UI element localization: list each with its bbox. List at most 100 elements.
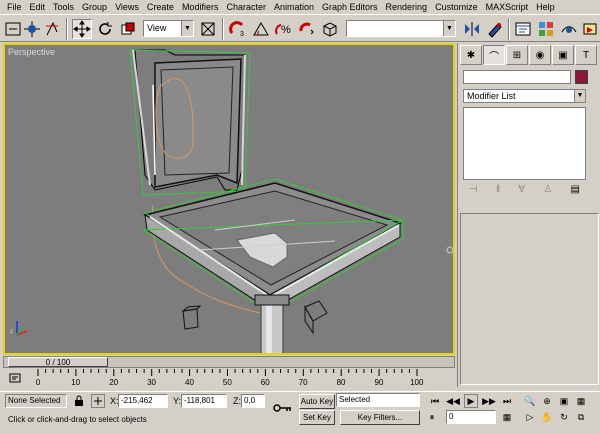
menu-modifiers[interactable]: Modifiers	[178, 0, 223, 14]
select-scale-icon[interactable]	[118, 19, 138, 39]
perspective-viewport[interactable]: z Perspective	[3, 43, 455, 355]
select-by-name-icon[interactable]	[42, 19, 62, 39]
key-filters-button[interactable]: Key Filters...	[340, 410, 420, 425]
parameters-rollout	[460, 213, 599, 385]
command-panel: ✱ ⌒ ⊞ ◉ ▣ T Modifier List ▼ ⊣ ‖ ∀ ♙ ▤	[457, 43, 600, 387]
absolute-mode-icon[interactable]	[91, 394, 105, 408]
key-icon	[272, 401, 294, 415]
open-mini-curve-editor-icon[interactable]	[8, 371, 22, 385]
select-rotate-icon[interactable]	[95, 19, 115, 39]
schematic-view-icon[interactable]	[513, 19, 533, 39]
pan-icon[interactable]: ✋	[540, 410, 554, 424]
select-link-icon[interactable]	[3, 19, 23, 39]
go-to-end-icon[interactable]: ⏭	[500, 394, 514, 408]
menu-maxscript[interactable]: MAXScript	[482, 0, 533, 14]
current-frame-field[interactable]: 0	[446, 410, 496, 424]
quick-render-icon[interactable]	[580, 19, 600, 39]
snap-toggle-icon[interactable]: 3	[228, 19, 248, 39]
timeline-tick-label: 30	[147, 378, 156, 387]
create-icon: ✱	[466, 49, 476, 61]
set-key-button[interactable]: Set Key	[299, 410, 335, 425]
menu-bar: File Edit Tools Group Views Create Modif…	[0, 0, 600, 14]
next-frame-icon[interactable]: ▶▶	[482, 394, 496, 408]
menu-file[interactable]: File	[3, 0, 26, 14]
make-unique-icon[interactable]: ∀	[518, 184, 525, 200]
configure-sets-icon[interactable]: ▤	[571, 184, 580, 200]
select-object-icon[interactable]	[22, 19, 42, 39]
menu-customize[interactable]: Customize	[431, 0, 482, 14]
command-panel-tabs: ✱ ⌒ ⊞ ◉ ▣ T	[460, 45, 599, 65]
key-mode-dropdown[interactable]: Selected	[336, 393, 420, 407]
utilities-tab[interactable]: T	[575, 45, 597, 65]
object-color-swatch[interactable]	[575, 70, 588, 84]
time-slider[interactable]: 0 / 100	[3, 356, 455, 368]
object-name-field[interactable]	[463, 70, 571, 84]
mirror-icon[interactable]	[462, 19, 482, 39]
timeline-tick-label: 90	[375, 378, 384, 387]
material-editor-icon[interactable]	[536, 19, 556, 39]
lock-selection-icon[interactable]	[72, 394, 86, 408]
svg-text:%: %	[281, 24, 291, 36]
menu-views[interactable]: Views	[111, 0, 143, 14]
go-to-start-icon[interactable]: ⏮	[428, 394, 442, 408]
remove-modifier-icon[interactable]: ♙	[543, 184, 552, 200]
named-selection-icon[interactable]	[320, 19, 340, 39]
timeline-tick-label: 70	[299, 378, 308, 387]
modify-tab[interactable]: ⌒	[483, 45, 505, 65]
zoom-all-icon[interactable]: ⊕	[540, 394, 554, 408]
z-coordinate-field[interactable]: 0,0	[241, 394, 265, 408]
modifier-list-dropdown[interactable]: Modifier List ▼	[463, 89, 586, 103]
y-coordinate-field[interactable]: -118,801	[181, 394, 227, 408]
modifier-stack[interactable]	[463, 107, 586, 180]
time-slider-thumb[interactable]: 0 / 100	[8, 357, 108, 367]
svg-text:3: 3	[240, 31, 244, 38]
render-scene-icon[interactable]	[559, 19, 579, 39]
pin-stack-icon[interactable]: ⊣	[469, 184, 478, 200]
spinner-snap-icon[interactable]	[297, 19, 317, 39]
percent-snap-icon[interactable]: %	[274, 19, 294, 39]
utilities-icon: T	[582, 49, 590, 61]
arc-rotate-icon[interactable]: ↻	[557, 410, 571, 424]
create-tab[interactable]: ✱	[460, 45, 482, 65]
hierarchy-tab[interactable]: ⊞	[506, 45, 528, 65]
menu-tools[interactable]: Tools	[49, 0, 78, 14]
select-move-icon[interactable]	[72, 19, 92, 39]
scene-chair-model: z	[10, 49, 453, 353]
menu-help[interactable]: Help	[532, 0, 559, 14]
menu-group[interactable]: Group	[78, 0, 111, 14]
menu-edit[interactable]: Edit	[26, 0, 50, 14]
play-icon[interactable]: ▶	[464, 394, 478, 408]
menu-animation[interactable]: Animation	[270, 0, 318, 14]
viewport-label[interactable]: Perspective	[8, 47, 55, 57]
show-end-result-icon[interactable]: ‖	[496, 184, 500, 200]
field-of-view-icon[interactable]: ▷	[523, 410, 537, 424]
pivot-center-icon[interactable]	[198, 19, 218, 39]
motion-tab[interactable]: ◉	[529, 45, 551, 65]
x-coordinate-field[interactable]: -215,462	[118, 394, 168, 408]
zoom-extents-icon[interactable]: ▣	[557, 394, 571, 408]
modify-icon: ⌒	[489, 51, 499, 63]
selection-count-field: None Selected	[5, 394, 67, 408]
key-mode-toggle-icon[interactable]: ⏸	[425, 410, 439, 424]
display-tab[interactable]: ▣	[552, 45, 574, 65]
prompt-line: Click or click-and-drag to select object…	[8, 415, 147, 424]
time-configuration-icon[interactable]: ▦	[500, 410, 514, 424]
zoom-extents-all-icon[interactable]: ▦	[574, 394, 588, 408]
reference-coord-dropdown[interactable]: View ▼	[143, 20, 194, 37]
previous-frame-icon[interactable]: ◀◀	[446, 394, 460, 408]
auto-key-button[interactable]: Auto Key	[299, 394, 335, 409]
modifier-list-label: Modifier List	[467, 91, 516, 101]
menu-create[interactable]: Create	[143, 0, 178, 14]
menu-rendering[interactable]: Rendering	[382, 0, 432, 14]
zoom-icon[interactable]: 🔍	[523, 394, 537, 408]
named-selection-set-dropdown[interactable]: ▼	[346, 20, 456, 37]
angle-snap-icon[interactable]	[251, 19, 271, 39]
menu-character[interactable]: Character	[222, 0, 270, 14]
maximize-viewport-icon[interactable]: ⧉	[574, 410, 588, 424]
y-label: Y:	[173, 396, 182, 406]
align-icon[interactable]	[485, 19, 505, 39]
chevron-down-icon: ▼	[443, 21, 455, 36]
timeline-tick-label: 0	[36, 378, 41, 387]
motion-icon: ◉	[535, 49, 545, 61]
menu-graph-editors[interactable]: Graph Editors	[318, 0, 382, 14]
